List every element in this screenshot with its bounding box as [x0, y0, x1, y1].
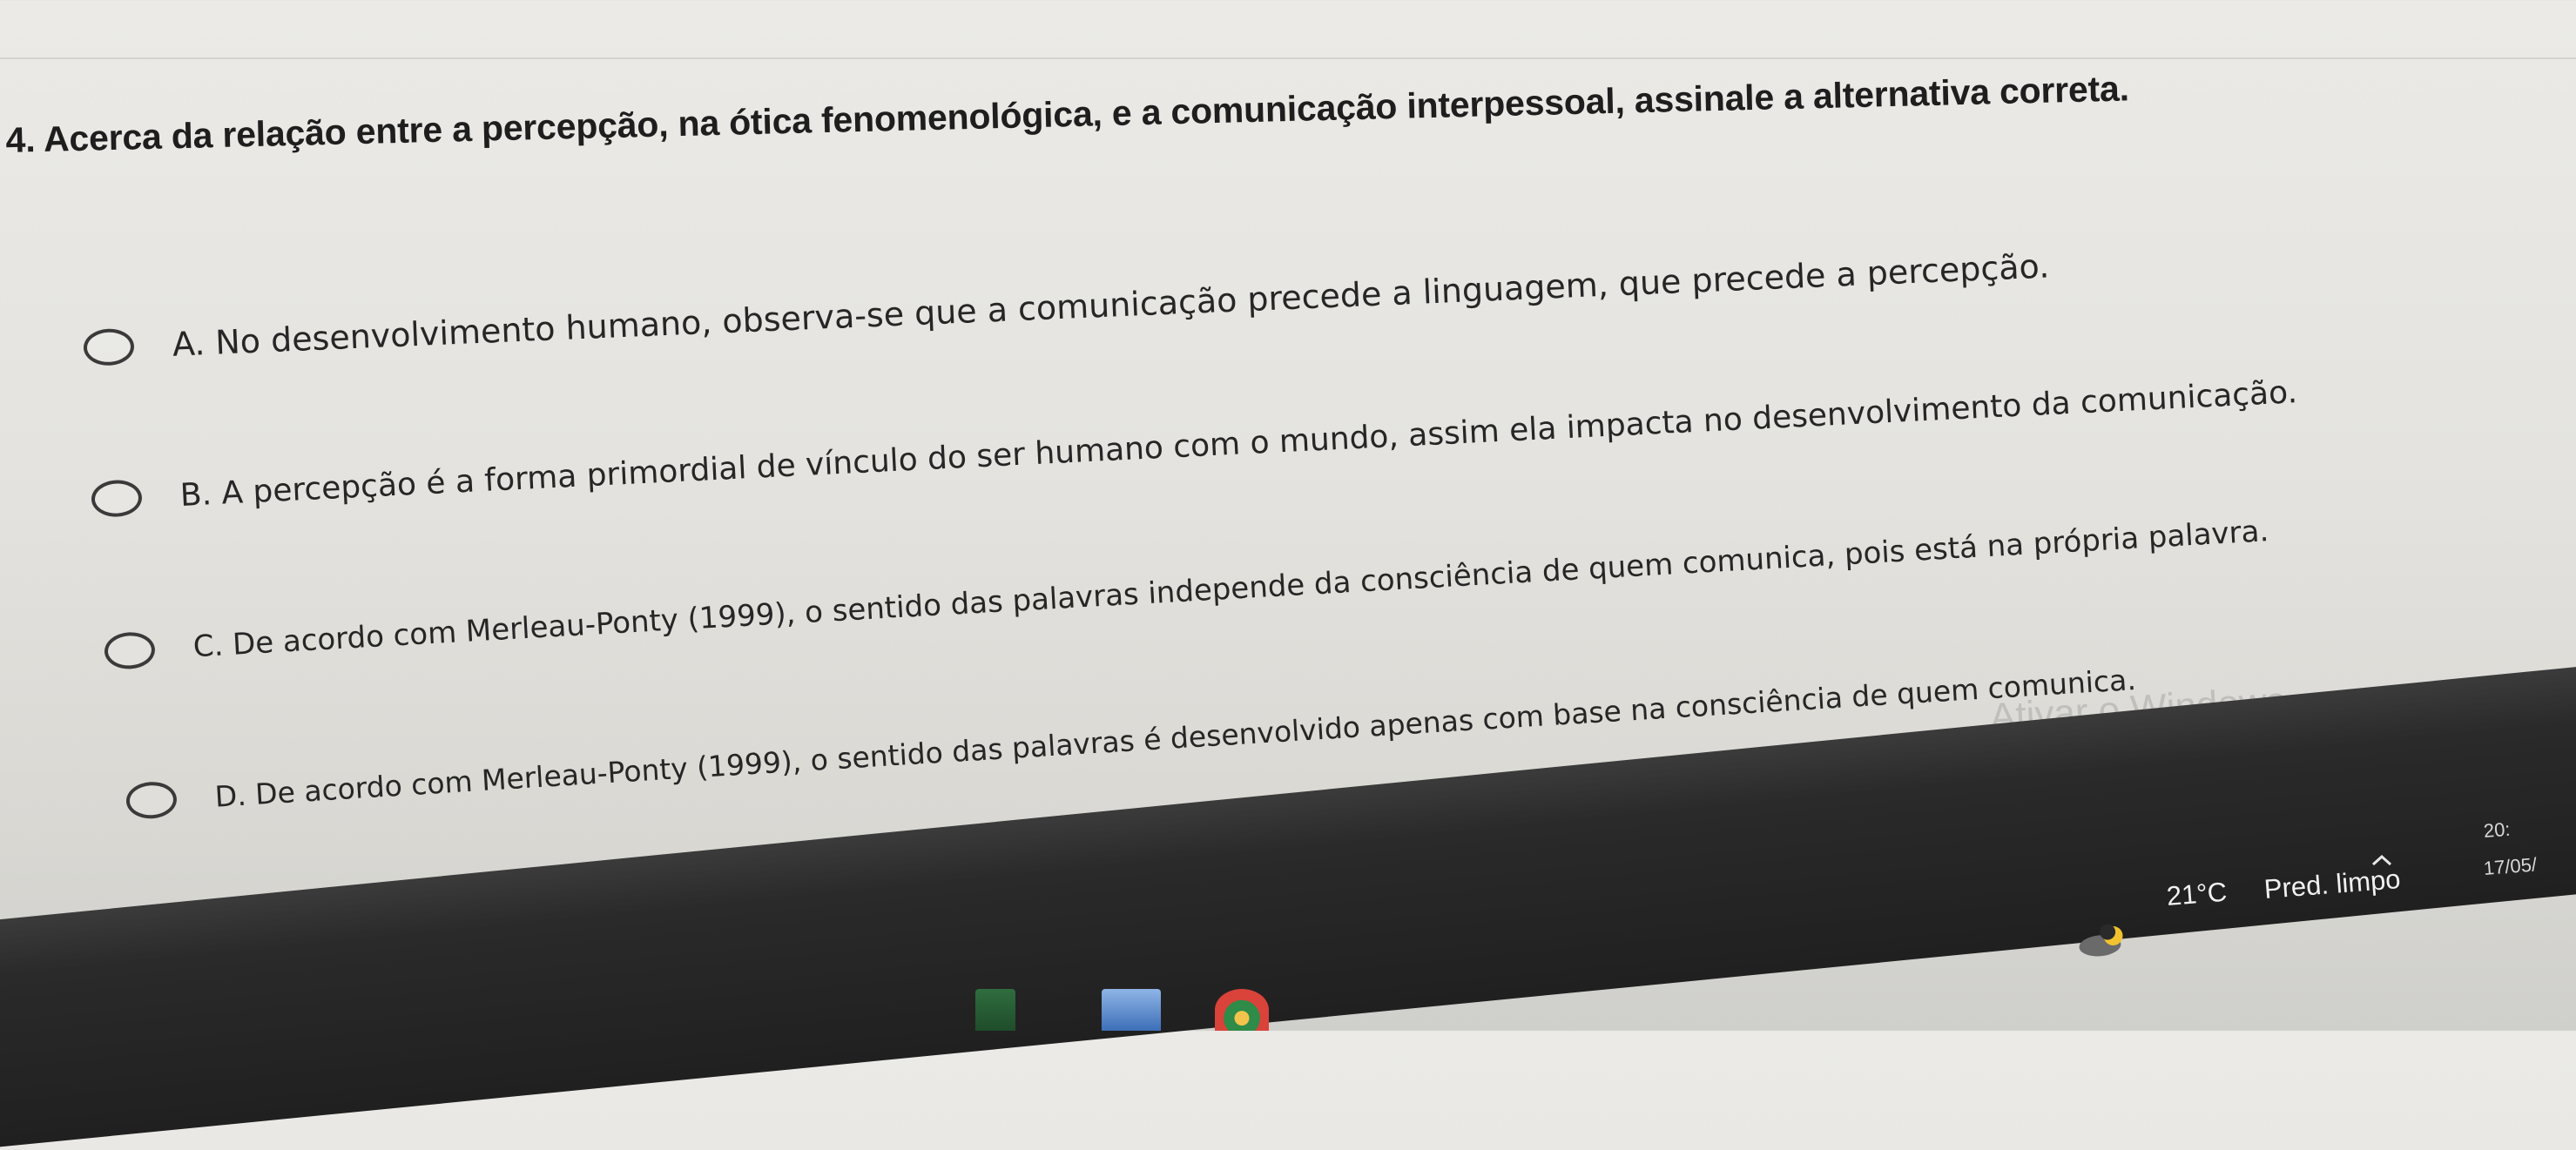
clock-time[interactable]: 20:: [2483, 818, 2511, 843]
option-d-radio[interactable]: [125, 780, 179, 820]
option-b-label: B. A percepção é a forma primordial de v…: [179, 373, 2298, 514]
option-a-label: A. No desenvolvimento humano, observa-se…: [171, 246, 2051, 364]
option-c[interactable]: C. De acordo com Merleau-Ponty (1999), o…: [103, 513, 2270, 670]
file-manager-icon[interactable]: [975, 989, 1015, 1031]
weather-moon-icon[interactable]: [2075, 922, 2130, 959]
chevron-up-icon[interactable]: [2370, 853, 2393, 867]
option-c-label: C. De acordo com Merleau-Ponty (1999), o…: [192, 514, 2270, 665]
question-title: 4. Acerca da relação entre a percepção, …: [5, 68, 2130, 160]
clock-date[interactable]: 17/05/: [2483, 853, 2538, 880]
option-c-radio[interactable]: [103, 630, 157, 670]
weather-temperature[interactable]: 21°C: [2166, 877, 2229, 912]
option-b-radio[interactable]: [90, 479, 143, 518]
computer-icon[interactable]: [1102, 989, 1161, 1031]
option-a[interactable]: A. No desenvolvimento humano, observa-se…: [83, 246, 2050, 367]
top-divider: [0, 57, 2576, 59]
option-b[interactable]: B. A percepção é a forma primordial de v…: [90, 373, 2298, 518]
option-a-radio[interactable]: [83, 327, 135, 367]
chrome-icon[interactable]: [1215, 989, 1269, 1031]
